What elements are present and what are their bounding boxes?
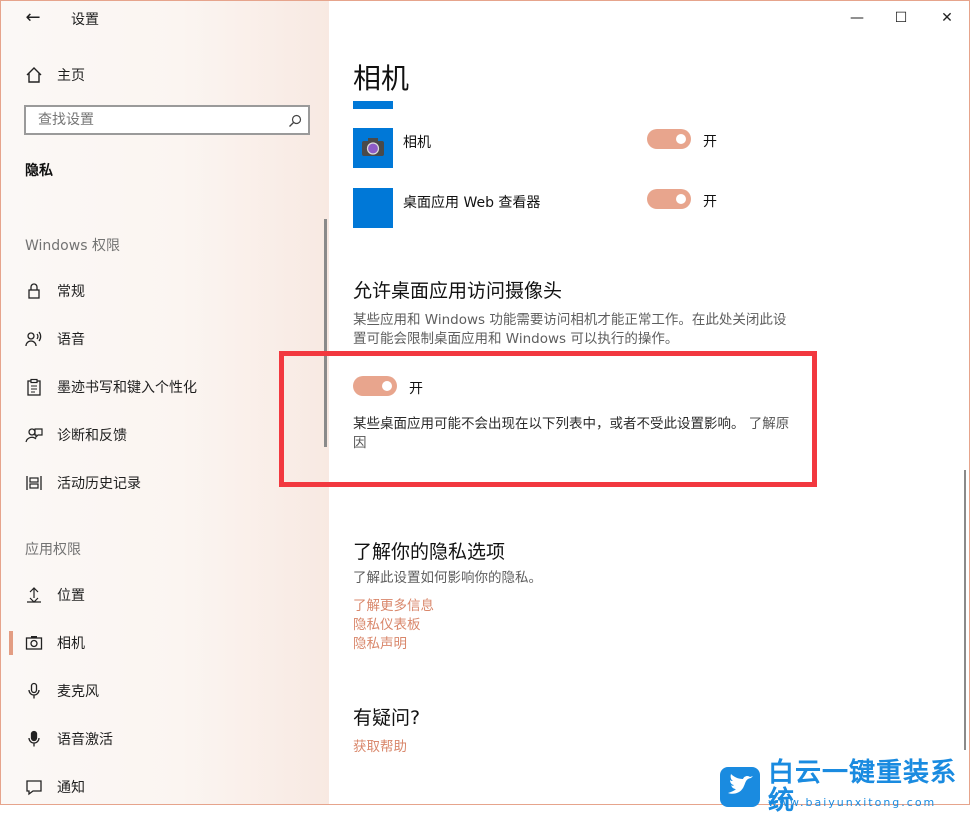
sidebar-item-label: 位置	[57, 588, 85, 604]
app-row-camera: 相机	[353, 128, 431, 168]
home-label: 主页	[57, 68, 85, 84]
desktop-section-description: 某些应用和 Windows 功能需要访问相机才能正常工作。在此处关闭此设 置可能…	[353, 311, 813, 349]
description-line-2: 置可能会限制桌面应用和 Windows 可以执行的操作。	[353, 331, 679, 347]
app-name: 桌面应用 Web 查看器	[403, 195, 541, 211]
sidebar-item-notifications[interactable]: 通知	[25, 775, 85, 799]
get-help-link[interactable]: 获取帮助	[353, 735, 407, 755]
sidebar-item-location[interactable]: 位置	[25, 583, 85, 607]
sidebar-item-label: 麦克风	[57, 684, 99, 700]
sidebar-item-label: 通知	[57, 780, 85, 796]
privacy-options-heading: 了解你的隐私选项	[353, 541, 506, 563]
toggle-state: 开	[703, 134, 717, 150]
location-icon	[25, 586, 43, 604]
sidebar-item-label: 诊断和反馈	[57, 428, 127, 444]
sidebar-item-label: 活动历史记录	[57, 476, 141, 492]
sidebar-item-voice-activation[interactable]: 语音激活	[25, 727, 113, 751]
nav-home[interactable]: 主页	[25, 63, 85, 87]
highlight-box	[279, 351, 817, 487]
sidebar-item-label: 墨迹书写和键入个性化	[57, 380, 197, 396]
camera-app-icon	[362, 138, 384, 156]
back-button[interactable]: ←	[21, 7, 45, 29]
toggle-state: 开	[703, 194, 717, 210]
watermark-url: www.baiyunxitong.com	[768, 796, 937, 809]
sidebar-item-inking[interactable]: 墨迹书写和键入个性化	[25, 375, 197, 399]
description-line-1: 某些应用和 Windows 功能需要访问相机才能正常工作。在此处关闭此设	[353, 312, 787, 328]
voice-activation-icon	[25, 730, 43, 748]
selected-indicator	[9, 631, 13, 655]
microphone-icon	[25, 682, 43, 700]
group-title-app-permissions: 应用权限	[25, 542, 81, 558]
feedback-icon	[25, 426, 43, 444]
speech-icon	[25, 330, 43, 348]
app-name: 相机	[403, 135, 431, 151]
sidebar-item-microphone[interactable]: 麦克风	[25, 679, 99, 703]
close-button[interactable]: ✕	[937, 9, 957, 27]
camera-icon	[25, 634, 43, 652]
page-title: 相机	[353, 62, 410, 95]
sidebar-item-speech[interactable]: 语音	[25, 327, 85, 351]
learn-more-link[interactable]: 了解更多信息	[353, 594, 434, 614]
web-viewer-app-tile	[353, 188, 393, 228]
minimize-button[interactable]: —	[847, 9, 867, 27]
sidebar-item-activity-history[interactable]: 活动历史记录	[25, 471, 141, 495]
app-tile-partial	[353, 101, 393, 109]
desktop-section-heading: 允许桌面应用访问摄像头	[353, 280, 563, 302]
group-title-windows-permissions: Windows 权限	[25, 238, 120, 254]
section-title-privacy: 隐私	[25, 163, 53, 179]
lock-icon	[25, 282, 43, 300]
main-scrollbar[interactable]	[964, 470, 966, 750]
clipboard-icon	[25, 378, 43, 396]
home-icon	[25, 66, 43, 84]
sidebar-item-label: 语音	[57, 332, 85, 348]
sidebar-item-camera[interactable]: 相机	[25, 631, 85, 655]
sidebar-item-diagnostics[interactable]: 诊断和反馈	[25, 423, 127, 447]
twitter-bird-icon	[720, 767, 760, 807]
search-box[interactable]	[24, 105, 310, 135]
timeline-icon	[25, 474, 43, 492]
notification-icon	[25, 778, 43, 796]
sidebar-item-general[interactable]: 常规	[25, 279, 85, 303]
sidebar-item-label: 相机	[57, 636, 85, 652]
camera-app-tile	[353, 128, 393, 168]
sidebar-item-label: 常规	[57, 284, 85, 300]
search-icon[interactable]	[288, 113, 302, 127]
search-input[interactable]	[36, 111, 280, 129]
web-viewer-toggle[interactable]	[647, 189, 691, 209]
maximize-button[interactable]: ☐	[891, 9, 911, 27]
privacy-statement-link[interactable]: 隐私声明	[353, 632, 407, 652]
privacy-options-description: 了解此设置如何影响你的隐私。	[353, 570, 542, 586]
toggle-knob	[676, 194, 686, 204]
questions-heading: 有疑问?	[353, 707, 421, 729]
toggle-knob	[676, 134, 686, 144]
app-title: 设置	[71, 12, 99, 28]
watermark: 白云一键重装系统 www.baiyunxitong.com	[720, 759, 977, 815]
sidebar-item-label: 语音激活	[57, 732, 113, 748]
privacy-dashboard-link[interactable]: 隐私仪表板	[353, 613, 421, 633]
app-row-web-viewer: 桌面应用 Web 查看器	[353, 188, 540, 228]
camera-app-toggle[interactable]	[647, 129, 691, 149]
